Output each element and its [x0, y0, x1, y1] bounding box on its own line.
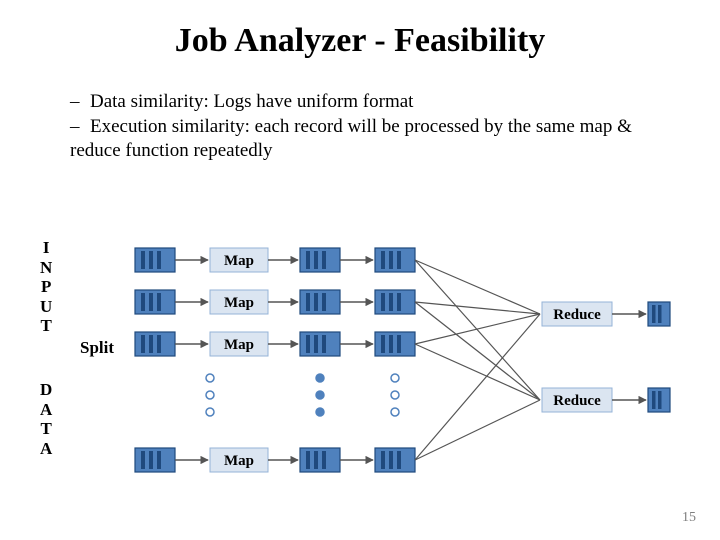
diagram-svg: Map Map Map Map Reduce Reduce: [0, 0, 720, 540]
map-label: Map: [224, 453, 254, 469]
map-label: Map: [224, 295, 254, 311]
page-number: 15: [682, 510, 696, 526]
reduce-label: Reduce: [553, 307, 601, 323]
map-label: Map: [224, 253, 254, 269]
map-label: Map: [224, 337, 254, 353]
reduce-label: Reduce: [553, 393, 601, 409]
